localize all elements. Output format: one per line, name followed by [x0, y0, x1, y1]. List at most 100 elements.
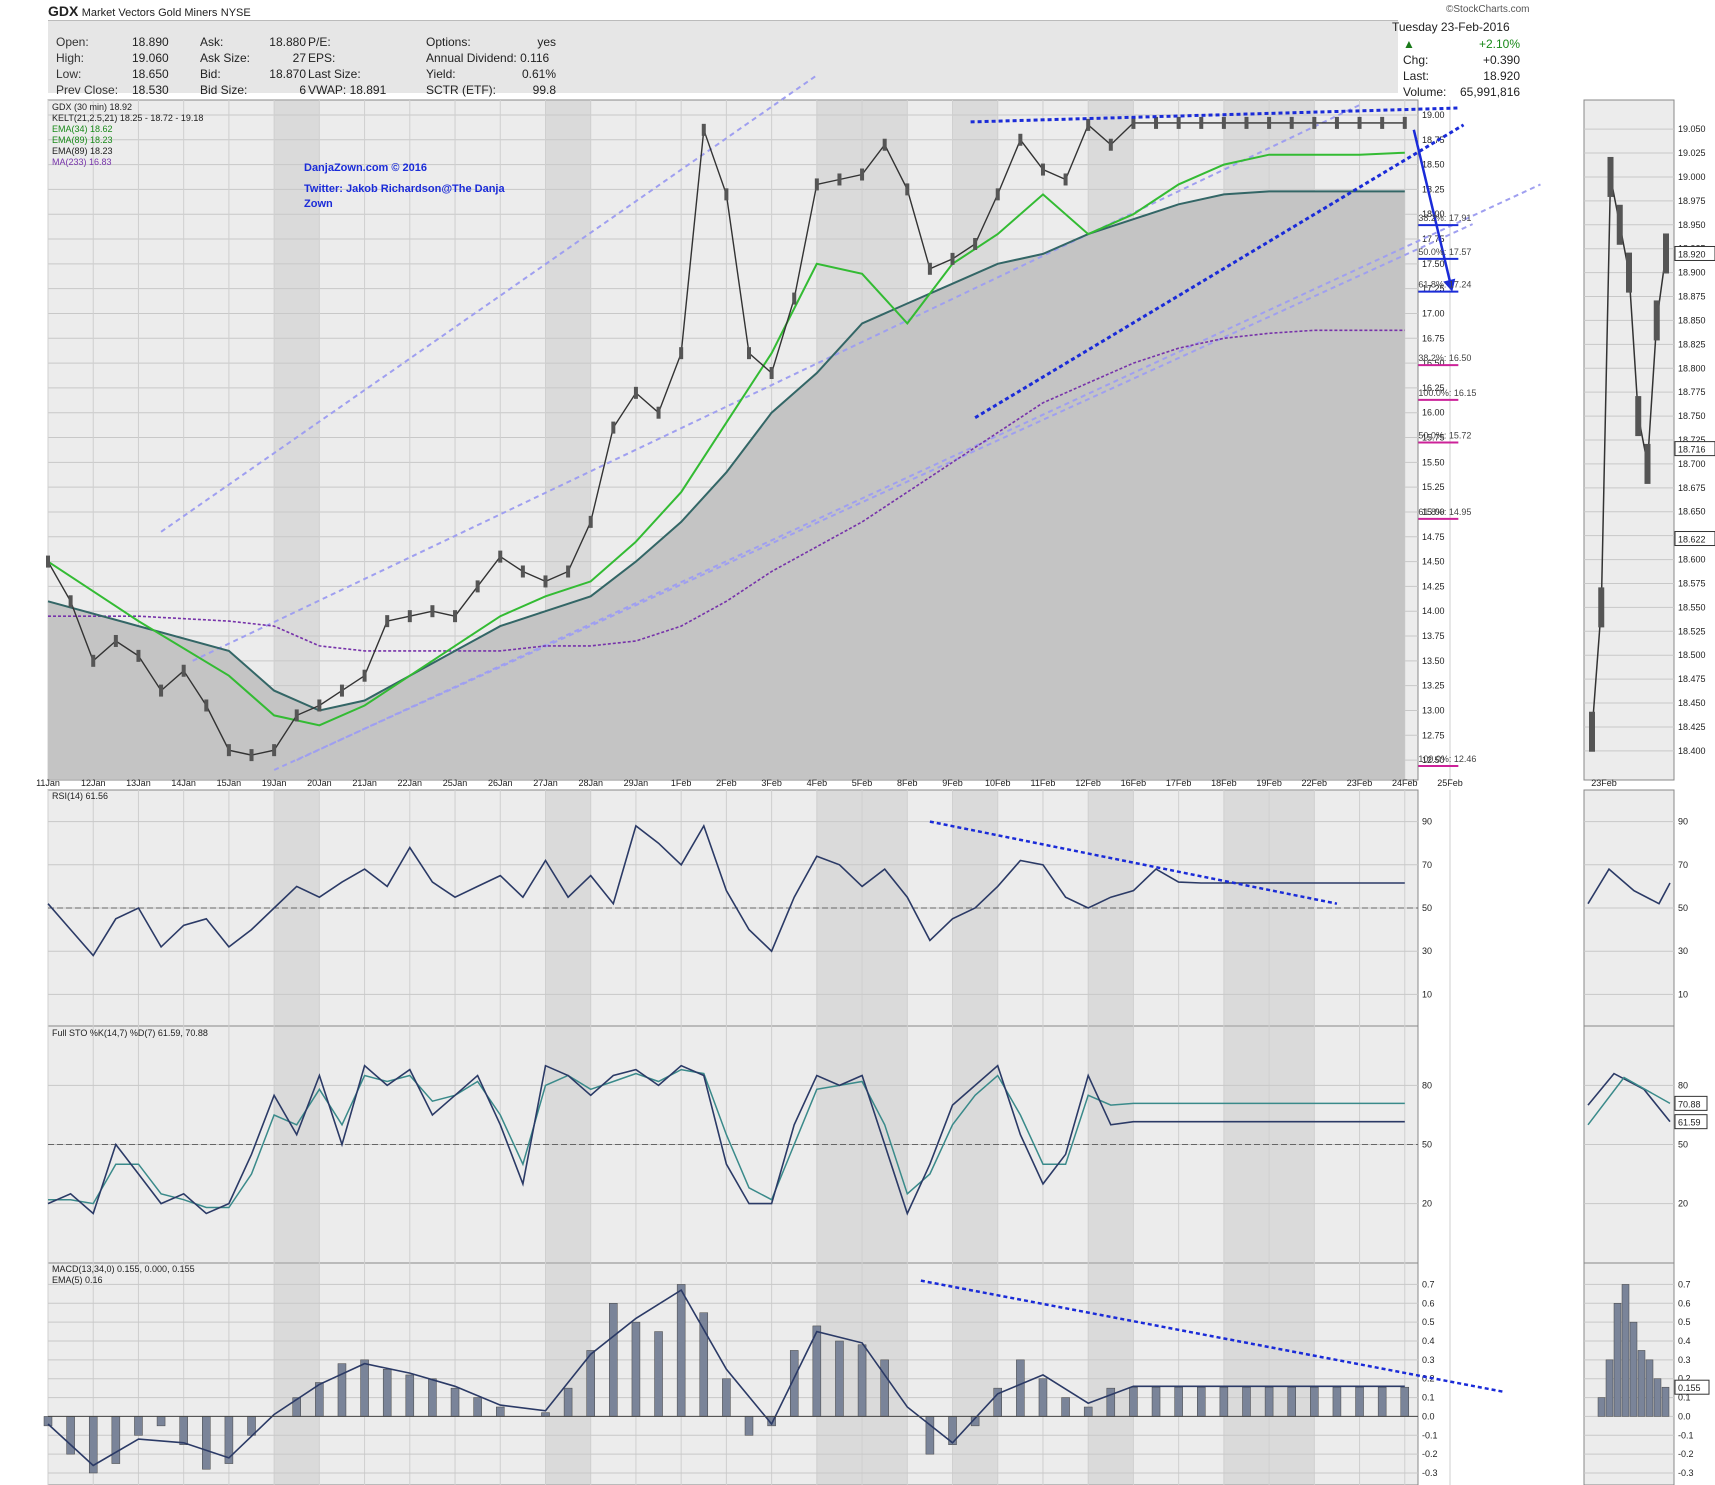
fib-label-7: 100.0%: 12.46	[1418, 754, 1476, 764]
macd-bar-58	[1355, 1386, 1364, 1417]
macd-bar-28	[676, 1284, 686, 1417]
gdx-candle-3	[113, 634, 118, 647]
side-y-tick-16: 18.800	[1678, 363, 1706, 373]
macd-side-y-tick-1: -0.2	[1678, 1449, 1694, 1459]
gdx-candle-19	[475, 580, 480, 593]
price-y-tick-18: 17.00	[1422, 308, 1445, 318]
gdx-candle-44	[1040, 163, 1045, 176]
rsi-y-tick-0: 10	[1422, 989, 1432, 999]
macd-bar-6	[179, 1416, 188, 1445]
price-y-tick-5: 13.75	[1422, 631, 1445, 641]
gdx-candle-5	[159, 684, 164, 697]
gdx-candle-52	[1221, 116, 1226, 129]
macd-bar-25	[609, 1303, 618, 1417]
price-x-tick-24: 16Feb	[1121, 778, 1147, 788]
gdx-candle-39	[927, 262, 932, 275]
side-y-tick-12: 18.700	[1678, 459, 1706, 469]
price-x-tick-31: 25Feb	[1437, 778, 1463, 788]
gdx-candle-36	[860, 168, 865, 181]
side-candle-7	[1653, 300, 1660, 341]
price-x-tick-7: 21Jan	[352, 778, 377, 788]
day-shade-macd-0	[274, 1264, 320, 1484]
side-y-tick-6: 18.550	[1678, 602, 1706, 612]
gdx-candle-17	[430, 605, 435, 618]
watermark-line-2: Twitter: Jakob Richardson@The Danja	[304, 183, 505, 195]
price-y-tick-11: 15.25	[1422, 482, 1445, 492]
price-x-tick-18: 5Feb	[852, 778, 873, 788]
macd-side-marker-0: 0.155	[1678, 1383, 1701, 1393]
fib-label-5: 50.0%: 15.72	[1418, 430, 1471, 440]
macd-bar-27	[654, 1331, 663, 1417]
sto-side-y-tick-1: 50	[1678, 1140, 1688, 1150]
day-shade-macd-1	[545, 1264, 591, 1484]
gdx-candle-31	[747, 347, 751, 360]
side-y-tick-3: 18.475	[1678, 674, 1706, 684]
macd-side-bar-3	[1613, 1303, 1622, 1417]
price-y-tick-12: 15.50	[1422, 457, 1445, 467]
price-y-tick-26: 19.00	[1422, 110, 1445, 120]
gdx-candle-56	[1312, 116, 1317, 129]
gdx-candle-20	[498, 550, 503, 563]
rsi-y-tick-4: 90	[1422, 817, 1432, 827]
gdx-candle-30	[724, 188, 729, 201]
legend-ema34: EMA(34) 18.62	[52, 124, 113, 134]
macd-bar-47	[1106, 1387, 1116, 1417]
macd-side-y-tick-6: 0.3	[1678, 1355, 1691, 1365]
macd-bar-53	[1242, 1386, 1251, 1417]
gdx-candle-15	[385, 615, 390, 628]
side-marker-1: 18.716	[1678, 445, 1706, 455]
macd-bar-7	[202, 1416, 211, 1470]
macd-side-y-tick-2: -0.1	[1678, 1430, 1694, 1440]
macd-legend: MACD(13,34,0) 0.155, 0.000, 0.155 EMA(5)…	[52, 1264, 195, 1286]
macd-side-y-tick-0: -0.3	[1678, 1468, 1694, 1478]
side-y-tick-5: 18.525	[1678, 626, 1706, 636]
price-y-tick-20: 17.50	[1422, 259, 1445, 269]
legend-ema89-a: EMA(89) 18.23	[52, 135, 113, 145]
side-candle-6	[1644, 443, 1651, 484]
legend-kelt: KELT(21,2.5,21) 18.25 - 18.72 - 19.18	[52, 113, 204, 123]
sto-legend: Full STO %K(14,7) %D(7) 61.59, 70.88	[52, 1028, 208, 1038]
macd-bar-37	[880, 1359, 889, 1417]
fib-label-2: 61.8%: 17.24	[1418, 280, 1471, 290]
side-candle-4	[1626, 252, 1632, 293]
macd-bar-3	[111, 1416, 121, 1464]
gdx-candle-25	[611, 421, 616, 434]
gdx-candle-13	[339, 684, 344, 697]
macd-bar-57	[1332, 1386, 1342, 1417]
macd-y-tick-4: 0.1	[1422, 1393, 1435, 1403]
price-x-tick-4: 15Jan	[217, 778, 242, 788]
macd-bar-60	[1400, 1386, 1410, 1417]
gdx-candle-34	[814, 178, 819, 191]
rsi-side-y-tick-3: 70	[1678, 860, 1688, 870]
macd-bar-13	[337, 1363, 347, 1417]
macd-bar-16	[405, 1374, 415, 1417]
sto-y-tick-2: 80	[1422, 1080, 1432, 1090]
macd-bar-30	[722, 1378, 731, 1417]
price-x-tick-19: 8Feb	[897, 778, 918, 788]
side-marker-0: 18.920	[1678, 249, 1706, 259]
side-y-tick-7: 18.575	[1678, 578, 1706, 588]
gdx-candle-21	[520, 565, 525, 578]
side-candle-0	[1589, 711, 1595, 752]
macd-side-y-tick-10: 0.7	[1678, 1279, 1691, 1289]
gdx-candle-55	[1289, 116, 1294, 129]
macd-bar-34	[812, 1325, 822, 1417]
sto-side-marker-1: 70.88	[1678, 1099, 1701, 1109]
gdx-candle-22	[543, 575, 548, 588]
price-x-tick-11: 27Jan	[533, 778, 558, 788]
macd-bar-26	[631, 1321, 641, 1417]
price-x-tick-8: 22Jan	[398, 778, 423, 788]
side-y-tick-11: 18.675	[1678, 483, 1706, 493]
gdx-candle-26	[633, 386, 638, 399]
macd-bar-4	[134, 1416, 143, 1436]
fib-label-3: 38.2%: 16.50	[1418, 353, 1471, 363]
gdx-candle-12	[317, 699, 322, 712]
side-y-tick-18: 18.850	[1678, 315, 1706, 325]
gdx-candle-38	[905, 183, 910, 196]
macd-side-y-tick-3: 0.0	[1678, 1411, 1691, 1421]
day-shade-macd-4	[1088, 1264, 1134, 1484]
price-x-tick-21: 10Feb	[985, 778, 1011, 788]
macd-side-bar-4	[1621, 1284, 1630, 1417]
macd-bar-5	[156, 1416, 166, 1427]
macd-bar-12	[315, 1382, 324, 1417]
